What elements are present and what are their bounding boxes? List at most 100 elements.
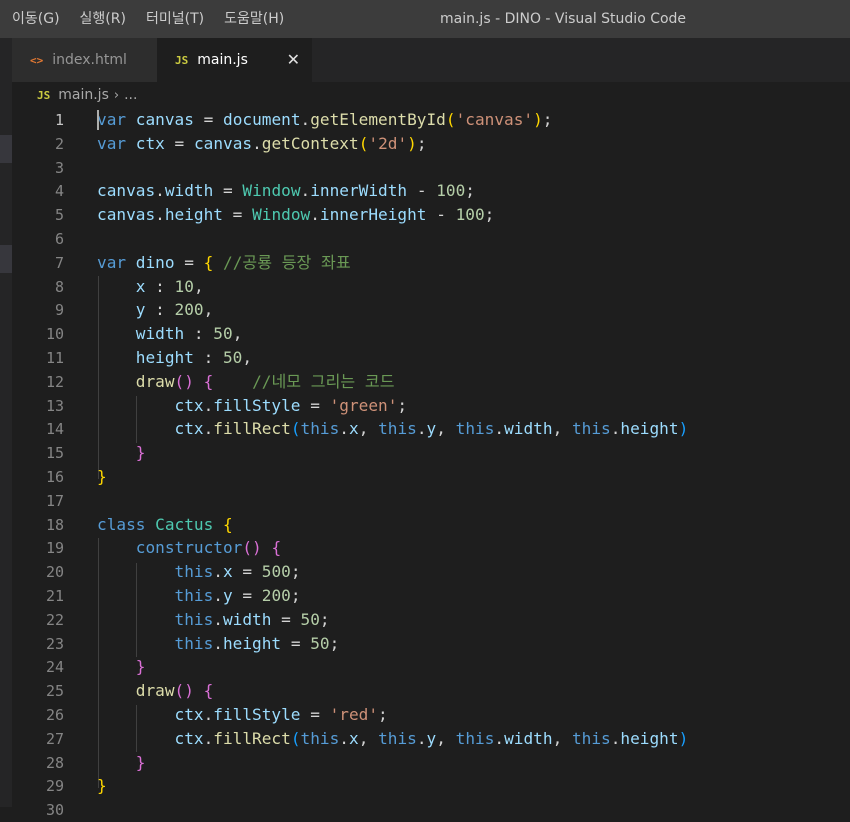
code-line[interactable]: 21 this.y = 200; bbox=[12, 584, 850, 608]
menu-run[interactable]: 실행(R) bbox=[70, 0, 136, 38]
activity-bar-edge bbox=[0, 38, 12, 807]
code-line[interactable]: 6 bbox=[12, 227, 850, 251]
code-token: y bbox=[426, 419, 437, 439]
code-token: } bbox=[97, 776, 107, 796]
code-token: ( bbox=[445, 110, 456, 129]
code-line[interactable]: 7 var dino = { //공룡 등장 좌표 bbox=[12, 251, 850, 275]
code-token: . bbox=[310, 205, 320, 225]
code-token: var bbox=[97, 110, 127, 129]
code-line[interactable]: 30 bbox=[12, 798, 850, 822]
code-token: , bbox=[203, 300, 214, 320]
code-line[interactable]: 19 constructor() { bbox=[12, 536, 850, 560]
code-token: dino bbox=[135, 252, 175, 272]
code-line[interactable]: 29} bbox=[12, 774, 850, 798]
code-line[interactable]: 5 canvas.height = Window.innerHeight - 10… bbox=[12, 203, 850, 227]
menu-go[interactable]: 이동(G) bbox=[0, 0, 70, 38]
code-token: canvas bbox=[135, 110, 194, 129]
code-token: width bbox=[504, 728, 553, 748]
code-token: , bbox=[193, 276, 204, 296]
code-token: . bbox=[339, 728, 349, 748]
code-line[interactable]: 8 x : 10, bbox=[12, 275, 850, 299]
line-number: 4 bbox=[54, 182, 64, 201]
code-token: ctx bbox=[135, 133, 165, 153]
chevron-right-icon: › bbox=[113, 87, 120, 103]
code-line[interactable]: 28 } bbox=[12, 751, 850, 775]
code-token: this bbox=[174, 633, 214, 653]
code-token: this bbox=[455, 728, 495, 748]
code-token: 100 bbox=[455, 205, 485, 225]
code-line[interactable]: 22 this.width = 50; bbox=[12, 608, 850, 632]
code-token: ; bbox=[290, 562, 301, 582]
code-token: ( bbox=[290, 419, 301, 439]
code-token: . bbox=[213, 562, 223, 582]
line-number: 28 bbox=[45, 753, 64, 772]
code-token: this bbox=[378, 419, 417, 439]
code-line[interactable]: 16} bbox=[12, 465, 850, 489]
code-token: this bbox=[300, 419, 340, 439]
code-text: ctx.fillStyle = 'red'; bbox=[97, 703, 388, 727]
code-token: y bbox=[426, 728, 437, 748]
code-token: y bbox=[222, 586, 233, 605]
code-token: 50 bbox=[222, 348, 243, 367]
line-number: 2 bbox=[54, 134, 64, 153]
code-token: . bbox=[494, 419, 505, 439]
code-token: : bbox=[193, 348, 223, 367]
line-number: 27 bbox=[45, 729, 64, 748]
code-text: x : 10, bbox=[97, 275, 204, 299]
code-token: ( bbox=[290, 728, 301, 748]
code-text: ctx.fillRect(this.x, this.y, this.width,… bbox=[97, 727, 689, 751]
code-line[interactable]: 9 y : 200, bbox=[12, 298, 850, 322]
code-line[interactable]: 12 draw() { //네모 그리는 코드 bbox=[12, 370, 850, 394]
code-token: document bbox=[223, 110, 301, 129]
code-editor[interactable]: 1 var canvas = document.getElementById('c… bbox=[12, 108, 850, 819]
code-token: this bbox=[174, 609, 214, 629]
code-line[interactable]: 3 bbox=[12, 156, 850, 180]
code-token: , bbox=[358, 419, 379, 439]
code-line[interactable]: 17 bbox=[12, 489, 850, 513]
code-line[interactable]: 13 ctx.fillStyle = 'green'; bbox=[12, 394, 850, 418]
code-line[interactable]: 14 ctx.fillRect(this.x, this.y, this.wid… bbox=[12, 417, 850, 441]
code-token: } bbox=[97, 467, 107, 486]
line-number: 13 bbox=[45, 396, 64, 415]
menu-help[interactable]: 도움말(H) bbox=[214, 0, 294, 38]
code-line[interactable]: 27 ctx.fillRect(this.x, this.y, this.wid… bbox=[12, 727, 850, 751]
code-token: , bbox=[436, 419, 456, 439]
code-line[interactable]: 4 canvas.width = Window.innerWidth - 100; bbox=[12, 179, 850, 203]
breadcrumb-file[interactable]: main.js bbox=[58, 87, 109, 103]
code-text: this.y = 200; bbox=[97, 584, 301, 608]
code-token: . bbox=[203, 419, 214, 439]
line-number: 8 bbox=[54, 277, 64, 296]
menu-terminal[interactable]: 터미널(T) bbox=[136, 0, 214, 38]
code-token: - bbox=[426, 205, 456, 225]
tab-index-html[interactable]: <> index.html bbox=[12, 38, 157, 82]
code-line[interactable]: 23 this.height = 50; bbox=[12, 632, 850, 656]
code-line[interactable]: 18 class Cactus { bbox=[12, 513, 850, 537]
code-token: x bbox=[348, 728, 359, 748]
code-line[interactable]: 15 } bbox=[12, 441, 850, 465]
code-line[interactable]: 20 this.x = 500; bbox=[12, 560, 850, 584]
code-token: getElementById bbox=[310, 110, 446, 129]
code-line[interactable]: 11 height : 50, bbox=[12, 346, 850, 370]
breadcrumb-symbols[interactable]: ... bbox=[124, 87, 137, 103]
code-line[interactable]: 1 var canvas = document.getElementById('c… bbox=[12, 108, 850, 132]
code-token: //네모 그리는 코드 bbox=[252, 371, 395, 391]
code-token: = bbox=[232, 562, 262, 582]
code-line[interactable]: 10 width : 50, bbox=[12, 322, 850, 346]
code-line[interactable]: 2 var ctx = canvas.getContext('2d'); bbox=[12, 132, 850, 156]
js-file-icon: JS bbox=[37, 88, 51, 102]
close-icon[interactable]: ✕ bbox=[287, 38, 300, 82]
code-token: var bbox=[97, 133, 127, 153]
code-token: var bbox=[97, 252, 127, 272]
code-token: this bbox=[455, 419, 495, 439]
code-token: //공룡 등장 좌표 bbox=[223, 252, 351, 272]
code-text: ctx.fillStyle = 'green'; bbox=[97, 394, 408, 418]
code-line[interactable]: 26 ctx.fillStyle = 'red'; bbox=[12, 703, 850, 727]
code-token: 200 bbox=[174, 300, 204, 320]
code-line[interactable]: 25 draw() { bbox=[12, 679, 850, 703]
code-line[interactable]: 24 } bbox=[12, 655, 850, 679]
tab-main-js[interactable]: JS main.js ✕ bbox=[157, 38, 312, 82]
